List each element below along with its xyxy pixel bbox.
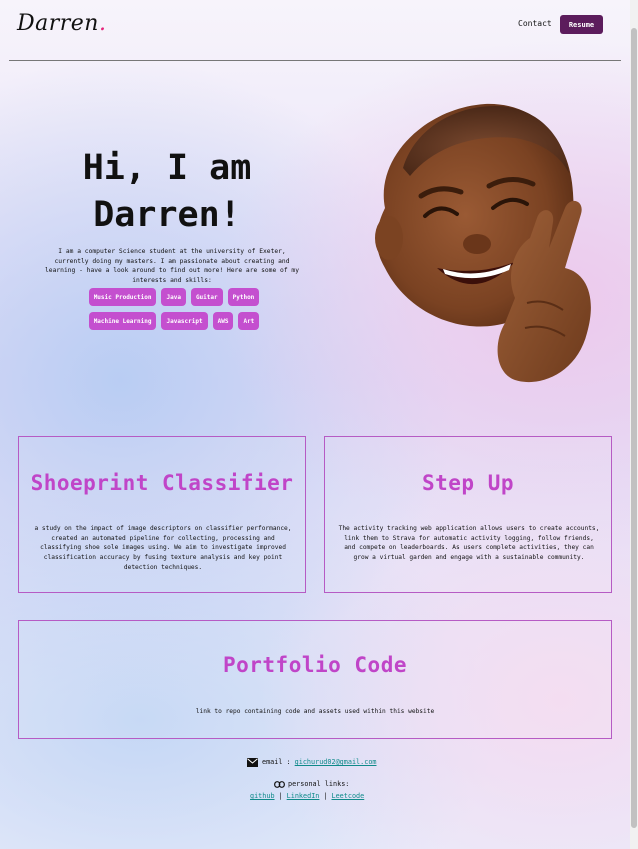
project-card-portfolio[interactable]: Portfolio Code link to repo containing c… <box>18 620 612 739</box>
skills-tags-row2: Machine Learning Javascript AWS Art <box>64 312 284 330</box>
email-link[interactable]: gichurud02@gmail.com <box>295 758 377 766</box>
skills-tags-row1: Music Production Java Guitar Python <box>64 288 284 306</box>
envelope-icon <box>247 757 258 767</box>
skill-tag[interactable]: Art <box>238 312 260 330</box>
hero-title: Hi, I am Darren! <box>38 145 296 239</box>
site-header: Darren. Contact Resume <box>0 0 630 60</box>
link-separator: | <box>278 792 283 800</box>
personal-links-label: personal links: <box>288 780 350 788</box>
project-description: link to repo containing code and assets … <box>195 708 435 715</box>
memoji-avatar <box>375 103 591 383</box>
skill-tag[interactable]: Python <box>227 288 260 306</box>
hero-title-line1: Hi, I am <box>82 148 252 188</box>
skill-tag[interactable]: Machine Learning <box>88 312 157 330</box>
scrollbar[interactable] <box>630 0 638 849</box>
logo-text: Darren <box>17 11 99 36</box>
logo[interactable]: Darren. <box>17 11 106 36</box>
hero-description: I am a computer Science student at the u… <box>44 248 299 284</box>
project-card-shoeprint[interactable]: Shoeprint Classifier a study on the impa… <box>18 436 306 593</box>
hero-title-line2: Darren! <box>93 195 241 235</box>
scrollbar-thumb[interactable] <box>631 28 637 828</box>
personal-links: github | LinkedIn | Leetcode <box>250 792 364 800</box>
footer-email: email : gichurud02@gmail.com <box>247 756 377 768</box>
project-title: Shoeprint Classifier <box>30 471 294 495</box>
project-title: Step Up <box>421 471 514 495</box>
skill-tag[interactable]: Guitar <box>190 288 223 306</box>
project-description: a study on the impact of image descripto… <box>34 525 292 571</box>
linkedin-link[interactable]: LinkedIn <box>287 792 320 800</box>
skill-tag[interactable]: AWS <box>212 312 234 330</box>
resume-button[interactable]: Resume <box>560 15 603 34</box>
email-label: email : <box>262 758 291 766</box>
logo-dot: . <box>98 11 107 36</box>
project-card-stepup[interactable]: Step Up The activity tracking web applic… <box>324 436 612 593</box>
header-divider <box>9 60 621 61</box>
link-icon <box>274 780 285 788</box>
link-separator: | <box>323 792 328 800</box>
leetcode-link[interactable]: Leetcode <box>332 792 365 800</box>
nav-contact-link[interactable]: Contact <box>518 19 552 28</box>
project-title: Portfolio Code <box>222 653 407 677</box>
github-link[interactable]: github <box>250 792 275 800</box>
footer-personal: personal links: <box>274 779 349 789</box>
project-description: The activity tracking web application al… <box>338 525 600 562</box>
skill-tag[interactable]: Music Production <box>88 288 157 306</box>
skill-tag[interactable]: Java <box>161 288 186 306</box>
skill-tag[interactable]: Javascript <box>161 312 208 330</box>
